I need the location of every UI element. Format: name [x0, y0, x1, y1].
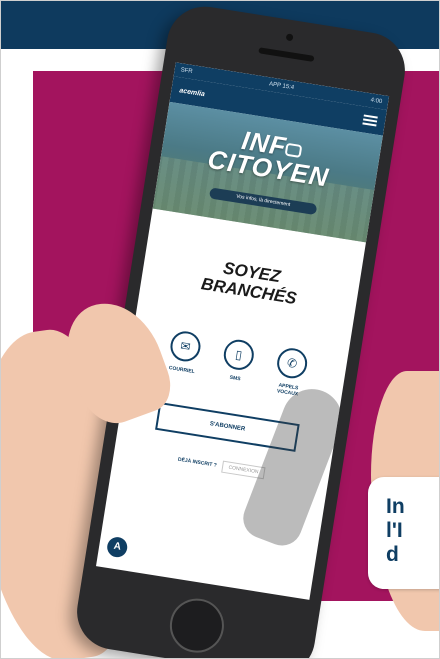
earpiece-speaker: [258, 47, 315, 62]
option-sms-label: SMS: [229, 374, 241, 383]
email-icon[interactable]: ✉: [168, 329, 203, 364]
bubble-line-2: l'I: [386, 519, 403, 542]
hamburger-menu-icon[interactable]: [362, 114, 378, 127]
bubble-line-3: d: [386, 543, 399, 566]
accessibility-button[interactable]: A: [105, 535, 129, 559]
carrier-text: SFR: [180, 67, 193, 76]
sms-icon[interactable]: ▯: [221, 337, 256, 372]
headline: SOYEZ BRANCHÉS: [141, 246, 360, 317]
bubble-line-1: In: [386, 495, 405, 518]
speech-bubble: In l'I d: [368, 477, 439, 589]
app-logo[interactable]: acemlia: [179, 87, 205, 98]
phone-icon[interactable]: ✆: [274, 346, 310, 381]
home-button[interactable]: [166, 594, 228, 657]
photo-frame: SFR APP 15:4 4:00 acemlia INF CITOYEN Vo…: [0, 0, 440, 659]
option-sms[interactable]: ▯ SMS: [216, 337, 259, 390]
battery-text: 4:00: [370, 97, 383, 106]
option-email[interactable]: ✉ COURRIEL: [163, 329, 206, 382]
already-registered-text: DÉJÀ INSCRIT ?: [177, 456, 218, 469]
clock-text: APP 15:4: [268, 81, 295, 92]
option-email-label: COURRIEL: [168, 365, 196, 376]
banner-tagline: Vos infos, là directement: [208, 187, 318, 216]
front-camera: [285, 33, 294, 42]
